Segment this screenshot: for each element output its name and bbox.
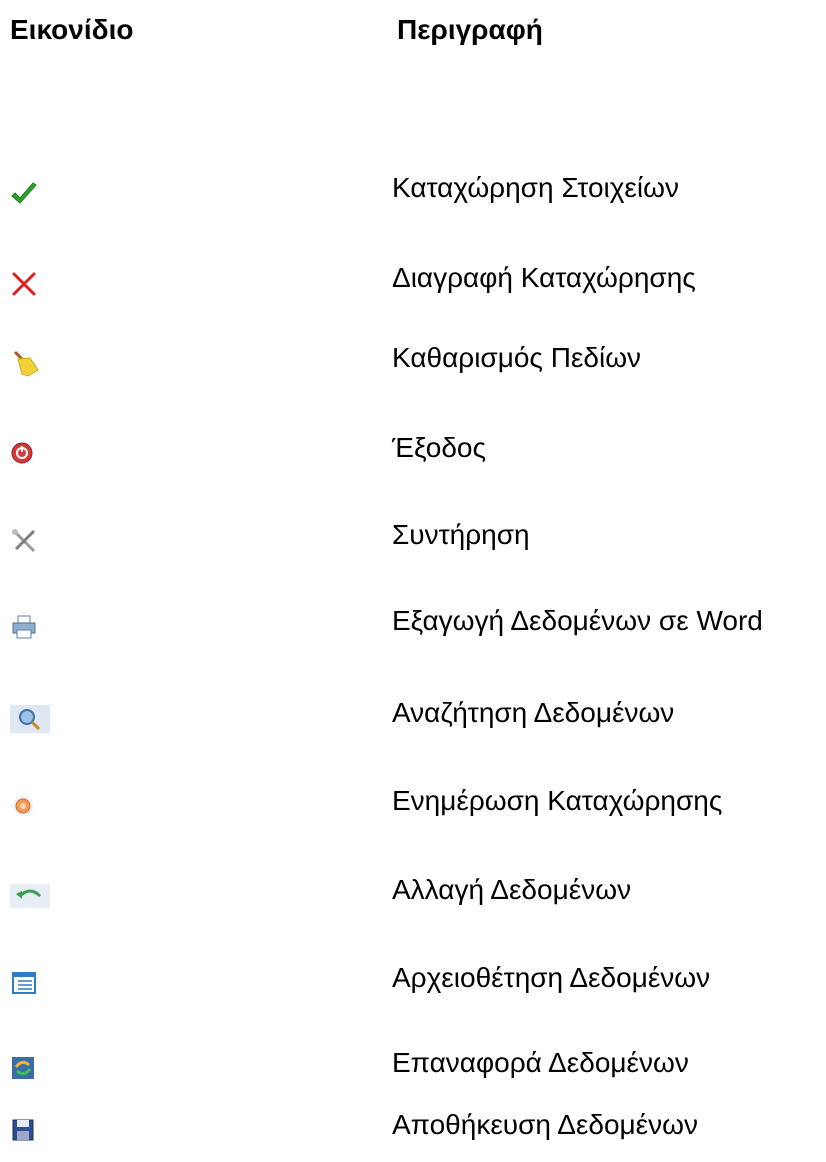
legend-row: Έξοδος — [0, 432, 826, 480]
restore-icon — [10, 1055, 40, 1085]
tools-icon — [10, 527, 40, 557]
legend-label: Ενημέρωση Καταχώρησης — [392, 785, 723, 816]
legend-row: Ενημέρωση Καταχώρησης — [0, 785, 826, 833]
printer-icon — [10, 613, 40, 643]
legend-row: Επαναφορά Δεδομένων — [0, 1047, 826, 1095]
exit-icon — [10, 440, 40, 470]
broom-icon — [10, 350, 40, 380]
legend-label: Αρχειοθέτηση Δεδομένων — [392, 962, 711, 993]
legend-label: Συντήρηση — [392, 519, 530, 550]
legend-label: Αποθήκευση Δεδομένων — [392, 1109, 699, 1140]
legend-row: Αναζήτηση Δεδομένων — [0, 697, 826, 745]
legend-row: Διαγραφή Καταχώρησης — [0, 262, 826, 310]
undo-arrow-icon — [10, 882, 50, 912]
legend-row: Καθαρισμός Πεδίων — [0, 342, 826, 390]
legend-label: Εξαγωγή Δεδομένων σε Word — [392, 605, 763, 636]
archive-list-icon — [10, 970, 40, 1000]
legend-label: Επαναφορά Δεδομένων — [392, 1047, 689, 1078]
column-header-icon: Εικονίδιο — [10, 14, 134, 45]
legend-row: Συντήρηση — [0, 519, 826, 567]
checkmark-icon — [10, 180, 40, 210]
magnifier-icon — [10, 705, 50, 735]
legend-row: Αρχειοθέτηση Δεδομένων — [0, 962, 826, 1010]
legend-row: Εξαγωγή Δεδομένων σε Word — [0, 605, 826, 653]
update-icon — [10, 793, 40, 823]
legend-row: Αλλαγή Δεδομένων — [0, 874, 826, 922]
delete-x-icon — [10, 270, 40, 300]
legend-label: Αναζήτηση Δεδομένων — [392, 697, 675, 728]
floppy-disk-icon — [10, 1117, 40, 1147]
legend-label: Καθαρισμός Πεδίων — [392, 342, 642, 373]
legend-label: Αλλαγή Δεδομένων — [392, 874, 632, 905]
legend-label: Καταχώρηση Στοιχείων — [392, 172, 679, 203]
legend-label: Έξοδος — [392, 432, 486, 463]
legend-row: Αποθήκευση Δεδομένων — [0, 1109, 826, 1157]
legend-row: Καταχώρηση Στοιχείων — [0, 172, 826, 220]
legend-label: Διαγραφή Καταχώρησης — [392, 262, 696, 293]
column-header-description: Περιγραφή — [397, 14, 543, 45]
